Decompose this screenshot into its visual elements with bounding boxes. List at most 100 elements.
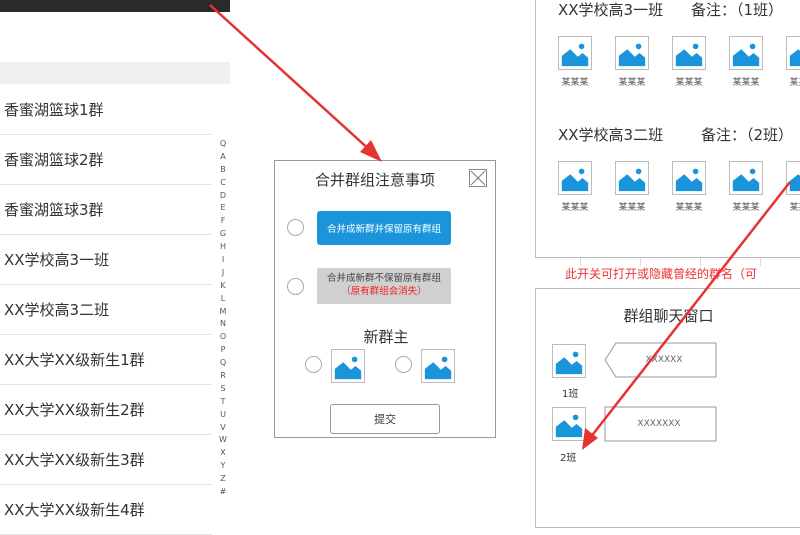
group-name: 香蜜湖篮球1群 [4, 101, 104, 119]
avatar-image-icon[interactable] [552, 344, 586, 378]
index-letter[interactable]: I [216, 254, 230, 267]
chat-title: 群组聊天窗口 [623, 307, 714, 325]
option-discard-label: 合并成新群不保留原有群组 [326, 273, 441, 284]
member-name: 某某某 [618, 203, 646, 213]
index-letter[interactable]: S [216, 383, 230, 396]
member-name: 某某某 [675, 78, 703, 88]
index-letter[interactable]: M [216, 306, 230, 319]
arrow-line [209, 4, 373, 153]
member-name: 某某某 [561, 203, 589, 213]
index-letter[interactable]: Q [216, 357, 230, 370]
group-name: XX大学XX级新生3群 [4, 451, 145, 469]
index-letter[interactable]: G [216, 228, 230, 241]
sender-label: 1班 [562, 389, 579, 400]
index-letter[interactable]: A [216, 151, 230, 164]
member-name: 某某某 [732, 78, 760, 88]
member-avatar-icon[interactable] [786, 36, 800, 70]
avatar-image-icon[interactable] [421, 349, 455, 383]
member-name: 某某某 [789, 203, 800, 213]
member-avatar-icon[interactable] [558, 161, 592, 195]
group-list-item[interactable]: XX学校高3一班 [0, 235, 212, 285]
group-name: XX大学XX级新生1群 [4, 351, 145, 369]
option-keep-button[interactable]: 合并成新群并保留原有群组 [317, 211, 451, 245]
member-avatar-icon[interactable] [615, 161, 649, 195]
radio-keep[interactable] [287, 219, 304, 236]
group-name: 香蜜湖篮球2群 [4, 151, 104, 169]
index-letter[interactable]: D [216, 190, 230, 203]
group-name: 香蜜湖篮球3群 [4, 201, 104, 219]
index-letter[interactable]: C [216, 177, 230, 190]
index-letter[interactable]: X [216, 447, 230, 460]
group-list-item[interactable]: XX大学XX级新生2群 [0, 385, 212, 435]
group-note: 备注：（2班） [701, 126, 794, 144]
arrow-head [360, 140, 382, 162]
search-bar[interactable] [0, 62, 230, 84]
member-avatar-icon[interactable] [615, 36, 649, 70]
group-list-item[interactable]: XX大学XX级新生1群 [0, 335, 212, 385]
index-letter[interactable]: N [216, 318, 230, 331]
group-name: XX学校高3二班 [4, 301, 110, 319]
radio-owner-2[interactable] [395, 356, 412, 373]
dialog-title: 合并群组注意事项 [314, 171, 435, 189]
member-name: 某某某 [732, 203, 760, 213]
radio-discard[interactable] [287, 278, 304, 295]
toggle-note: 此开关可打开或隐藏曾经的群名（可 [565, 267, 758, 281]
group-note: 备注：（1班） [691, 1, 784, 19]
index-letter[interactable]: Z [216, 473, 230, 486]
group-name: XX大学XX级新生4群 [4, 501, 145, 519]
message-text: XXXXXXX [637, 419, 681, 429]
group-list-item[interactable]: 香蜜湖篮球2群 [0, 135, 212, 185]
group-name: XX学校高3一班 [4, 251, 110, 269]
index-letter[interactable]: O [216, 331, 230, 344]
index-letter[interactable]: B [216, 164, 230, 177]
radio-owner-1[interactable] [305, 356, 322, 373]
member-name: 某某某 [789, 78, 800, 88]
alphabet-index[interactable]: Q A B C D E F G H I J K L M N O P Q R S T U V W X Y Z # [216, 138, 230, 499]
message-text: XXXXXX [645, 355, 683, 365]
index-letter[interactable]: R [216, 370, 230, 383]
chat-panel: 群组聊天窗口 1班 XXXXXX 2班 XXXXXXX [535, 288, 800, 528]
avatar-image-icon[interactable] [552, 407, 586, 441]
avatar-image-icon[interactable] [331, 349, 365, 383]
index-letter[interactable]: Q [216, 138, 230, 151]
member-avatar-icon[interactable] [558, 36, 592, 70]
close-icon[interactable] [469, 169, 487, 187]
option-discard-button[interactable]: 合并成新群不保留原有群组 （原有群组会消失） [317, 268, 451, 304]
divider [760, 258, 761, 266]
index-letter[interactable]: P [216, 344, 230, 357]
index-letter[interactable]: J [216, 267, 230, 280]
index-letter[interactable]: H [216, 241, 230, 254]
group-list-item[interactable]: XX大学XX级新生3群 [0, 435, 212, 485]
member-avatar-icon[interactable] [729, 161, 763, 195]
index-letter[interactable]: Y [216, 460, 230, 473]
group-list-item[interactable]: 香蜜湖篮球1群 [0, 85, 212, 135]
group-list-item[interactable]: XX大学XX级新生4群 [0, 485, 212, 535]
sender-label: 2班 [560, 453, 577, 464]
group-name: XX大学XX级新生2群 [4, 401, 145, 419]
member-avatar-icon[interactable] [729, 36, 763, 70]
new-owner-heading: 新群主 [363, 328, 409, 346]
index-letter[interactable]: T [216, 396, 230, 409]
index-letter[interactable]: K [216, 280, 230, 293]
member-name: 某某某 [561, 78, 589, 88]
index-letter[interactable]: F [216, 215, 230, 228]
option-discard-warning: （原有群组会消失） [341, 286, 427, 297]
member-avatar-icon[interactable] [672, 161, 706, 195]
member-avatar-icon[interactable] [786, 161, 800, 195]
index-letter[interactable]: L [216, 293, 230, 306]
member-avatar-icon[interactable] [672, 36, 706, 70]
group-members-panel: XX学校高3一班 备注：（1班） XX学校高3二班 备注：（2班） 某某某 某某某… [535, 0, 800, 258]
group-list: 香蜜湖篮球1群 香蜜湖篮球2群 香蜜湖篮球3群 XX学校高3一班 XX学校高3二… [0, 85, 212, 535]
index-letter[interactable]: E [216, 202, 230, 215]
index-letter[interactable]: W [216, 434, 230, 447]
index-letter[interactable]: U [216, 409, 230, 422]
group-list-item[interactable]: XX学校高3二班 [0, 285, 212, 335]
index-letter[interactable]: V [216, 422, 230, 435]
group-list-item[interactable]: 香蜜湖篮球3群 [0, 185, 212, 235]
merge-dialog: 合并群组注意事项 合并成新群并保留原有群组 合并成新群不保留原有群组 （原有群组… [274, 160, 496, 438]
submit-button[interactable]: 提交 [330, 404, 440, 434]
index-letter[interactable]: # [216, 486, 230, 499]
group-title: XX学校高3一班 [558, 1, 664, 19]
option-keep-label: 合并成新群并保留原有群组 [326, 224, 441, 235]
member-name: 某某某 [618, 78, 646, 88]
